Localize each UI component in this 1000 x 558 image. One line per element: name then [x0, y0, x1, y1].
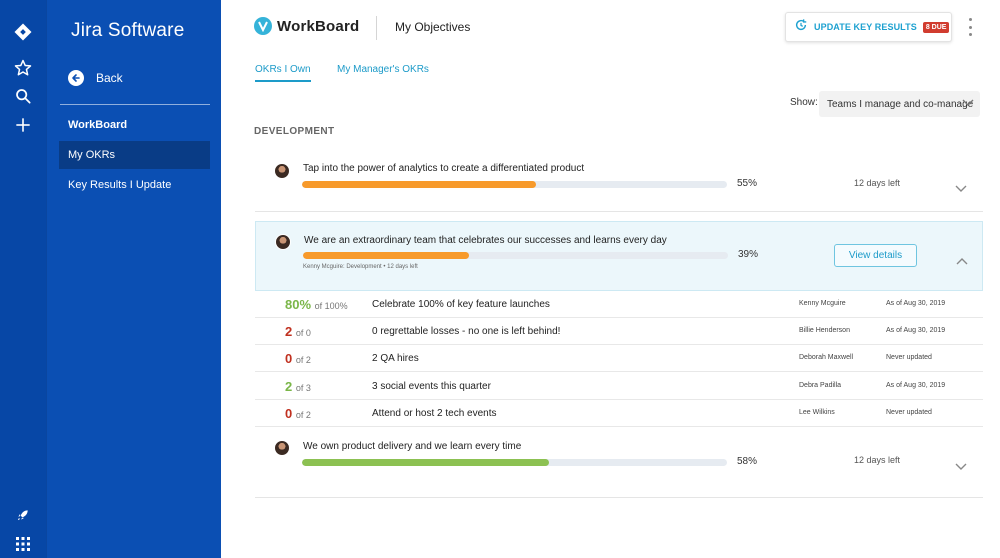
due-badge: 8 DUE: [922, 21, 950, 33]
global-nav-rail: [0, 0, 46, 558]
progress-percent: 39%: [738, 249, 759, 260]
key-result-row[interactable]: 2 of 3 3 social events this quarter Debr…: [255, 373, 983, 400]
header-divider: [376, 16, 377, 40]
show-filter-label: Show:: [790, 97, 818, 108]
kr-owner: Lee Wilkins: [799, 409, 835, 416]
objective-title: Tap into the power of analytics to creat…: [303, 163, 585, 174]
days-left: 12 days left: [854, 178, 901, 188]
avatar: [274, 163, 290, 179]
back-link[interactable]: Back: [68, 68, 123, 88]
kr-title: 0 regrettable losses - no one is left be…: [372, 326, 561, 337]
chevron-down-icon[interactable]: [955, 458, 967, 476]
days-left: 12 days left: [854, 455, 901, 465]
kr-owner: Debra Padilla: [799, 382, 842, 389]
sidebar-divider: [60, 104, 210, 105]
objective-row[interactable]: Tap into the power of analytics to creat…: [255, 150, 983, 212]
kr-owner: Deborah Maxwell: [799, 354, 854, 361]
kr-owner: Billie Henderson: [799, 327, 850, 334]
kr-title: 2 QA hires: [372, 353, 419, 364]
chevron-down-icon[interactable]: [955, 180, 967, 198]
progress-percent: 55%: [737, 178, 758, 189]
sidebar-item-my-okrs[interactable]: My OKRs: [59, 141, 210, 169]
kr-title: Celebrate 100% of key feature launches: [372, 299, 550, 310]
kr-value: 80% of 100%: [285, 297, 348, 312]
progress-bar: [302, 459, 727, 466]
kr-updated: As of Aug 30, 2019: [886, 382, 946, 389]
kr-owner: Kenny Mcguire: [799, 300, 846, 307]
key-result-row[interactable]: 0 of 2 2 QA hires Deborah Maxwell Never …: [255, 345, 983, 372]
product-name: Jira Software: [71, 20, 185, 41]
avatar: [274, 440, 290, 456]
kr-value: 0 of 2: [285, 351, 311, 366]
chevron-down-icon: [962, 99, 974, 110]
workboard-logo[interactable]: WorkBoard: [254, 17, 359, 35]
progress-fill: [302, 459, 549, 466]
objective-meta: Kenny Mcguire: Development • 12 days lef…: [303, 264, 418, 270]
progress-bar: [303, 252, 728, 259]
app-switcher-icon[interactable]: [12, 533, 34, 555]
progress-fill: [303, 252, 469, 259]
objective-row[interactable]: We own product delivery and we learn eve…: [255, 428, 983, 498]
progress-fill: [302, 181, 536, 188]
update-key-results-label: UPDATE KEY RESULTS: [814, 22, 917, 32]
kr-updated: Never updated: [886, 409, 932, 416]
view-details-button[interactable]: View details: [834, 244, 917, 267]
page-title: My Objectives: [395, 20, 471, 34]
star-icon[interactable]: [12, 57, 34, 79]
kr-title: 3 social events this quarter: [372, 381, 491, 392]
key-result-row[interactable]: 2 of 0 0 regrettable losses - no one is …: [255, 318, 983, 345]
chevron-up-icon[interactable]: [956, 252, 968, 270]
progress-bar: [302, 181, 727, 188]
back-label: Back: [96, 71, 123, 85]
sidebar-item-workboard[interactable]: WorkBoard: [59, 111, 210, 139]
avatar: [275, 234, 291, 250]
objective-row-expanded[interactable]: We are an extraordinary team that celebr…: [255, 221, 983, 291]
tab-okrs-i-own[interactable]: OKRs I Own: [255, 64, 311, 82]
update-key-results-button[interactable]: UPDATE KEY RESULTS 8 DUE: [785, 12, 952, 42]
more-options-icon[interactable]: [966, 18, 974, 36]
kr-value: 2 of 3: [285, 379, 311, 394]
kr-updated: Never updated: [886, 354, 932, 361]
tab-managers-okrs[interactable]: My Manager's OKRs: [337, 64, 429, 75]
objective-title: We are an extraordinary team that celebr…: [304, 235, 667, 246]
show-filter-value: Teams I manage and co-manage: [827, 98, 974, 110]
kr-value: 0 of 2: [285, 406, 311, 421]
back-arrow-icon: [68, 70, 84, 86]
plus-icon[interactable]: [12, 114, 34, 136]
section-title: DEVELOPMENT: [254, 126, 335, 137]
kr-title: Attend or host 2 tech events: [372, 408, 497, 419]
refresh-clock-icon: [794, 18, 808, 37]
kr-updated: As of Aug 30, 2019: [886, 300, 946, 307]
kr-updated: As of Aug 30, 2019: [886, 327, 946, 334]
progress-percent: 58%: [737, 456, 758, 467]
kr-value: 2 of 0: [285, 324, 311, 339]
sidebar-item-key-results-i-update[interactable]: Key Results I Update: [59, 171, 210, 199]
search-icon[interactable]: [12, 85, 34, 107]
logo-text: WorkBoard: [277, 17, 360, 35]
workboard-logo-icon: [254, 17, 272, 35]
jira-logo-icon[interactable]: [12, 21, 34, 43]
key-result-row[interactable]: 0 of 2 Attend or host 2 tech events Lee …: [255, 400, 983, 427]
key-result-row[interactable]: 80% of 100% Celebrate 100% of key featur…: [255, 291, 983, 318]
show-filter-select[interactable]: Teams I manage and co-manage: [819, 91, 980, 117]
rocket-icon[interactable]: [12, 504, 34, 526]
objective-title: We own product delivery and we learn eve…: [303, 441, 522, 452]
project-sidebar: Jira Software Back WorkBoard My OKRs Key…: [46, 0, 221, 558]
